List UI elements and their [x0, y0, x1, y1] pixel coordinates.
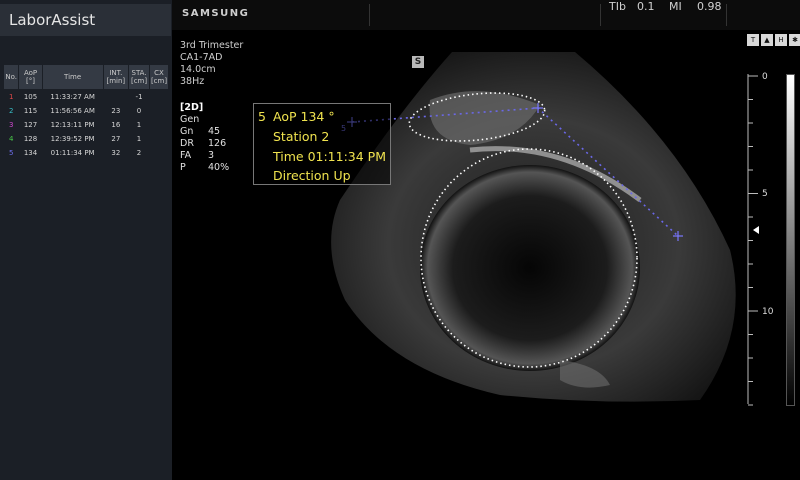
depth-label-5: 5 — [762, 189, 768, 199]
station-result: Station 2 — [273, 129, 330, 144]
depth-label: 14.0cm — [180, 64, 216, 75]
harmonic-icon: H — [775, 34, 787, 46]
aop-result: AoP 134 ° — [273, 109, 335, 124]
time-result: Time 01:11:34 PM — [273, 149, 387, 164]
focus-marker-icon[interactable] — [753, 226, 759, 234]
ultrasound-image[interactable]: 5 0 5 10 — [0, 0, 800, 480]
preset-label: 3rd Trimester — [180, 40, 244, 51]
gear-icon: ✱ — [789, 34, 800, 46]
frequency-label: 38Hz — [180, 76, 205, 87]
grayscale-bar — [786, 74, 795, 406]
param-row: DR 126 — [180, 138, 227, 149]
s-marker: S — [412, 56, 424, 68]
depth-scale-ticks — [748, 75, 758, 406]
fetal-head — [420, 165, 640, 371]
param-row: P 40% — [180, 162, 230, 173]
body-icon: ▲ — [761, 34, 773, 46]
scan-info: 3rd Trimester CA1-7AD 14.0cm 38Hz — [180, 40, 243, 88]
param-row: FA 3 — [180, 150, 215, 161]
param-row: Gn 45 — [180, 126, 221, 137]
probe-icon: T — [747, 34, 759, 46]
depth-label-10: 10 — [762, 307, 774, 317]
mode-label: [2D] — [180, 102, 204, 113]
probe-label: CA1-7AD — [180, 52, 223, 63]
measurement-result-box: 5 AoP 134 ° Station 2 Time 01:11:34 PM D… — [253, 103, 391, 185]
depth-label-0: 0 — [762, 72, 768, 82]
measurement-number: 5 — [258, 109, 266, 124]
imaging-params: [2D] Gen Gn 45 DR 126 FA 3 P 40% — [180, 102, 230, 174]
gen-label: Gen — [180, 114, 200, 125]
direction-result: Direction Up — [273, 168, 351, 183]
